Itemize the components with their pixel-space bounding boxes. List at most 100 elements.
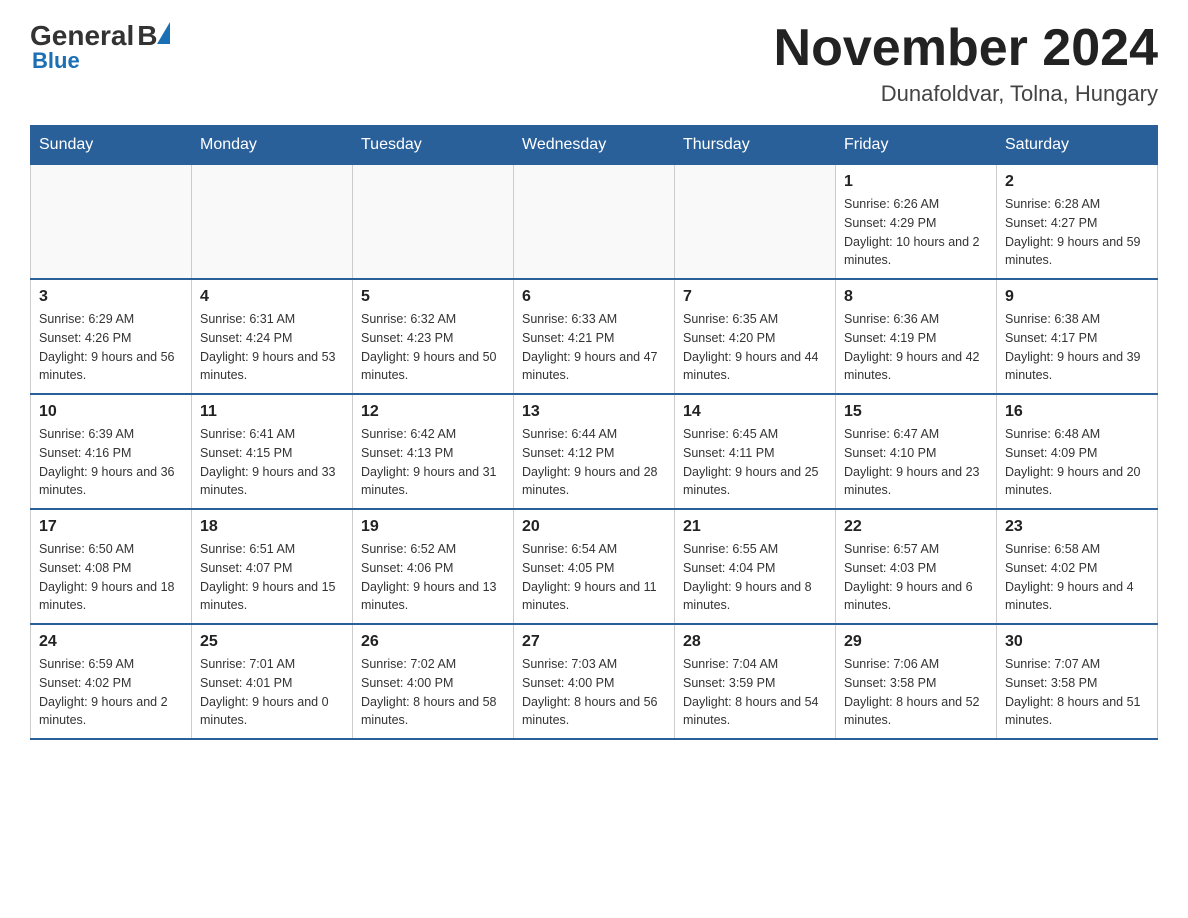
day-info: Sunrise: 7:06 AM Sunset: 3:58 PM Dayligh… xyxy=(844,655,988,730)
day-number: 30 xyxy=(1005,633,1149,651)
logo-blue-label: Blue xyxy=(32,48,80,74)
table-row: 9 Sunrise: 6:38 AM Sunset: 4:17 PM Daylig… xyxy=(997,279,1158,394)
table-row: 20 Sunrise: 6:54 AM Sunset: 4:05 PM Dayli… xyxy=(514,509,675,624)
day-number: 8 xyxy=(844,288,988,306)
day-number: 7 xyxy=(683,288,827,306)
header-friday: Friday xyxy=(836,126,997,165)
table-row: 29 Sunrise: 7:06 AM Sunset: 3:58 PM Dayli… xyxy=(836,624,997,739)
day-number: 5 xyxy=(361,288,505,306)
day-info: Sunrise: 6:42 AM Sunset: 4:13 PM Dayligh… xyxy=(361,425,505,500)
table-row: 10 Sunrise: 6:39 AM Sunset: 4:16 PM Dayli… xyxy=(31,394,192,509)
day-info: Sunrise: 6:33 AM Sunset: 4:21 PM Dayligh… xyxy=(522,310,666,385)
day-number: 22 xyxy=(844,518,988,536)
day-number: 4 xyxy=(200,288,344,306)
day-info: Sunrise: 6:38 AM Sunset: 4:17 PM Dayligh… xyxy=(1005,310,1149,385)
day-number: 24 xyxy=(39,633,183,651)
logo: General B Blue xyxy=(30,20,170,74)
day-number: 25 xyxy=(200,633,344,651)
table-row: 27 Sunrise: 7:03 AM Sunset: 4:00 PM Dayli… xyxy=(514,624,675,739)
day-number: 23 xyxy=(1005,518,1149,536)
calendar-week-row: 1Sunrise: 6:26 AM Sunset: 4:29 PM Daylig… xyxy=(31,165,1158,280)
table-row: 11 Sunrise: 6:41 AM Sunset: 4:15 PM Dayli… xyxy=(192,394,353,509)
day-info: Sunrise: 6:31 AM Sunset: 4:24 PM Dayligh… xyxy=(200,310,344,385)
title-area: November 2024 Dunafoldvar, Tolna, Hungar… xyxy=(774,20,1158,107)
day-info: Sunrise: 6:36 AM Sunset: 4:19 PM Dayligh… xyxy=(844,310,988,385)
header-thursday: Thursday xyxy=(675,126,836,165)
weekday-header-row: Sunday Monday Tuesday Wednesday Thursday… xyxy=(31,126,1158,165)
table-row: 4 Sunrise: 6:31 AM Sunset: 4:24 PM Daylig… xyxy=(192,279,353,394)
day-info: Sunrise: 6:29 AM Sunset: 4:26 PM Dayligh… xyxy=(39,310,183,385)
table-row: 7 Sunrise: 6:35 AM Sunset: 4:20 PM Daylig… xyxy=(675,279,836,394)
table-row: 8 Sunrise: 6:36 AM Sunset: 4:19 PM Daylig… xyxy=(836,279,997,394)
table-row: 26 Sunrise: 7:02 AM Sunset: 4:00 PM Dayli… xyxy=(353,624,514,739)
day-number: 26 xyxy=(361,633,505,651)
day-number: 27 xyxy=(522,633,666,651)
day-number: 9 xyxy=(1005,288,1149,306)
table-row: 15Sunrise: 6:47 AM Sunset: 4:10 PM Dayli… xyxy=(836,394,997,509)
table-row: 30 Sunrise: 7:07 AM Sunset: 3:58 PM Dayli… xyxy=(997,624,1158,739)
table-row: 14 Sunrise: 6:45 AM Sunset: 4:11 PM Dayli… xyxy=(675,394,836,509)
month-year-title: November 2024 xyxy=(774,20,1158,77)
day-number: 18 xyxy=(200,518,344,536)
table-row: 19Sunrise: 6:52 AM Sunset: 4:06 PM Dayli… xyxy=(353,509,514,624)
day-info: Sunrise: 6:47 AM Sunset: 4:10 PM Dayligh… xyxy=(844,425,988,500)
day-number: 17 xyxy=(39,518,183,536)
day-number: 28 xyxy=(683,633,827,651)
table-row xyxy=(192,165,353,280)
day-info: Sunrise: 6:28 AM Sunset: 4:27 PM Dayligh… xyxy=(1005,195,1149,270)
header-saturday: Saturday xyxy=(997,126,1158,165)
day-number: 13 xyxy=(522,403,666,421)
table-row: 25 Sunrise: 7:01 AM Sunset: 4:01 PM Dayli… xyxy=(192,624,353,739)
day-info: Sunrise: 6:59 AM Sunset: 4:02 PM Dayligh… xyxy=(39,655,183,730)
day-info: Sunrise: 7:03 AM Sunset: 4:00 PM Dayligh… xyxy=(522,655,666,730)
day-info: Sunrise: 6:39 AM Sunset: 4:16 PM Dayligh… xyxy=(39,425,183,500)
day-number: 21 xyxy=(683,518,827,536)
table-row: 23 Sunrise: 6:58 AM Sunset: 4:02 PM Dayli… xyxy=(997,509,1158,624)
page-header: General B Blue November 2024 Dunafoldvar… xyxy=(30,20,1158,107)
day-info: Sunrise: 6:32 AM Sunset: 4:23 PM Dayligh… xyxy=(361,310,505,385)
table-row xyxy=(514,165,675,280)
table-row: 3Sunrise: 6:29 AM Sunset: 4:26 PM Daylig… xyxy=(31,279,192,394)
day-info: Sunrise: 6:48 AM Sunset: 4:09 PM Dayligh… xyxy=(1005,425,1149,500)
day-info: Sunrise: 6:45 AM Sunset: 4:11 PM Dayligh… xyxy=(683,425,827,500)
day-number: 16 xyxy=(1005,403,1149,421)
day-number: 11 xyxy=(200,403,344,421)
day-info: Sunrise: 7:02 AM Sunset: 4:00 PM Dayligh… xyxy=(361,655,505,730)
day-number: 10 xyxy=(39,403,183,421)
day-info: Sunrise: 6:50 AM Sunset: 4:08 PM Dayligh… xyxy=(39,540,183,615)
day-number: 2 xyxy=(1005,173,1149,191)
day-number: 14 xyxy=(683,403,827,421)
day-info: Sunrise: 7:01 AM Sunset: 4:01 PM Dayligh… xyxy=(200,655,344,730)
day-number: 6 xyxy=(522,288,666,306)
table-row: 2 Sunrise: 6:28 AM Sunset: 4:27 PM Daylig… xyxy=(997,165,1158,280)
calendar-week-row: 3Sunrise: 6:29 AM Sunset: 4:26 PM Daylig… xyxy=(31,279,1158,394)
table-row: 24 Sunrise: 6:59 AM Sunset: 4:02 PM Dayli… xyxy=(31,624,192,739)
table-row xyxy=(353,165,514,280)
table-row: 28 Sunrise: 7:04 AM Sunset: 3:59 PM Dayli… xyxy=(675,624,836,739)
day-info: Sunrise: 7:07 AM Sunset: 3:58 PM Dayligh… xyxy=(1005,655,1149,730)
table-row: 18 Sunrise: 6:51 AM Sunset: 4:07 PM Dayli… xyxy=(192,509,353,624)
table-row: 17 Sunrise: 6:50 AM Sunset: 4:08 PM Dayli… xyxy=(31,509,192,624)
day-info: Sunrise: 6:51 AM Sunset: 4:07 PM Dayligh… xyxy=(200,540,344,615)
calendar-week-row: 10 Sunrise: 6:39 AM Sunset: 4:16 PM Dayli… xyxy=(31,394,1158,509)
day-info: Sunrise: 6:54 AM Sunset: 4:05 PM Dayligh… xyxy=(522,540,666,615)
location-subtitle: Dunafoldvar, Tolna, Hungary xyxy=(774,81,1158,107)
calendar-week-row: 17 Sunrise: 6:50 AM Sunset: 4:08 PM Dayli… xyxy=(31,509,1158,624)
header-tuesday: Tuesday xyxy=(353,126,514,165)
day-info: Sunrise: 6:55 AM Sunset: 4:04 PM Dayligh… xyxy=(683,540,827,615)
day-info: Sunrise: 6:26 AM Sunset: 4:29 PM Dayligh… xyxy=(844,195,988,270)
day-number: 29 xyxy=(844,633,988,651)
logo-b: B xyxy=(137,20,157,52)
day-info: Sunrise: 6:52 AM Sunset: 4:06 PM Dayligh… xyxy=(361,540,505,615)
day-info: Sunrise: 7:04 AM Sunset: 3:59 PM Dayligh… xyxy=(683,655,827,730)
day-info: Sunrise: 6:44 AM Sunset: 4:12 PM Dayligh… xyxy=(522,425,666,500)
logo-triangle-icon xyxy=(157,22,170,44)
day-info: Sunrise: 6:58 AM Sunset: 4:02 PM Dayligh… xyxy=(1005,540,1149,615)
header-monday: Monday xyxy=(192,126,353,165)
table-row: 12Sunrise: 6:42 AM Sunset: 4:13 PM Dayli… xyxy=(353,394,514,509)
table-row: 21 Sunrise: 6:55 AM Sunset: 4:04 PM Dayli… xyxy=(675,509,836,624)
day-info: Sunrise: 6:35 AM Sunset: 4:20 PM Dayligh… xyxy=(683,310,827,385)
table-row: 13 Sunrise: 6:44 AM Sunset: 4:12 PM Dayli… xyxy=(514,394,675,509)
day-info: Sunrise: 6:41 AM Sunset: 4:15 PM Dayligh… xyxy=(200,425,344,500)
day-number: 20 xyxy=(522,518,666,536)
